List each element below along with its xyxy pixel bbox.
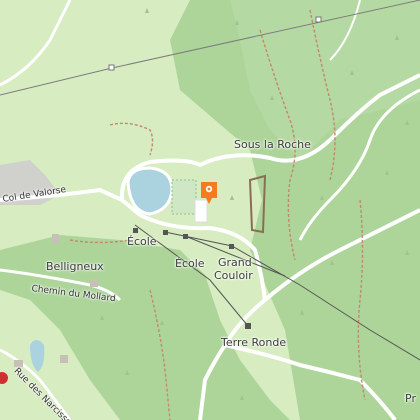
lift-label-ecole-2: École bbox=[175, 257, 205, 270]
tree-icon bbox=[405, 250, 409, 255]
lift-station bbox=[183, 234, 188, 239]
lift-station bbox=[315, 16, 322, 23]
lift-station bbox=[108, 64, 115, 71]
lift-station bbox=[133, 228, 138, 233]
place-label-terre-ronde: Terre Ronde bbox=[221, 336, 287, 349]
building bbox=[52, 234, 59, 244]
tree-icon bbox=[240, 395, 244, 400]
tree-icon bbox=[320, 195, 324, 200]
building bbox=[60, 355, 68, 363]
map-view[interactable]: Sous la Roche Col de Valorse École École… bbox=[0, 0, 420, 420]
tree-icon bbox=[145, 8, 149, 13]
tree-icon bbox=[125, 370, 129, 375]
place-label-belligneux: Belligneux bbox=[46, 260, 104, 273]
ski-lift-marker[interactable] bbox=[199, 180, 219, 206]
tree-icon bbox=[100, 315, 104, 320]
tree-icon bbox=[385, 170, 389, 175]
tree-icon bbox=[235, 20, 239, 25]
road bbox=[0, 0, 72, 87]
lift-station bbox=[163, 230, 168, 235]
footpath bbox=[109, 122, 154, 156]
place-label-partial: Pr bbox=[405, 392, 416, 405]
lift-station bbox=[229, 244, 234, 249]
lift-label-ecole-1: École bbox=[127, 235, 157, 248]
lift-station bbox=[245, 323, 251, 329]
tree-icon bbox=[405, 120, 409, 125]
lift-label-grand: Grand bbox=[218, 256, 252, 269]
lift-label-couloir: Couloir bbox=[214, 269, 253, 282]
tree-icon bbox=[270, 95, 274, 100]
lake bbox=[126, 166, 174, 216]
tree-icon bbox=[395, 35, 399, 40]
tree-icon bbox=[230, 195, 234, 200]
tree-icon bbox=[300, 310, 304, 315]
marsh-area bbox=[171, 179, 197, 215]
poi-marker bbox=[0, 372, 8, 384]
place-label-sous-la-roche: Sous la Roche bbox=[234, 138, 311, 151]
tree-icon bbox=[330, 260, 334, 265]
map-canvas bbox=[0, 0, 420, 420]
tree-icon bbox=[350, 70, 354, 75]
ski-lift-marker-icon bbox=[201, 182, 217, 204]
tree-icon bbox=[160, 320, 164, 325]
building bbox=[90, 280, 98, 287]
pond bbox=[30, 340, 45, 372]
